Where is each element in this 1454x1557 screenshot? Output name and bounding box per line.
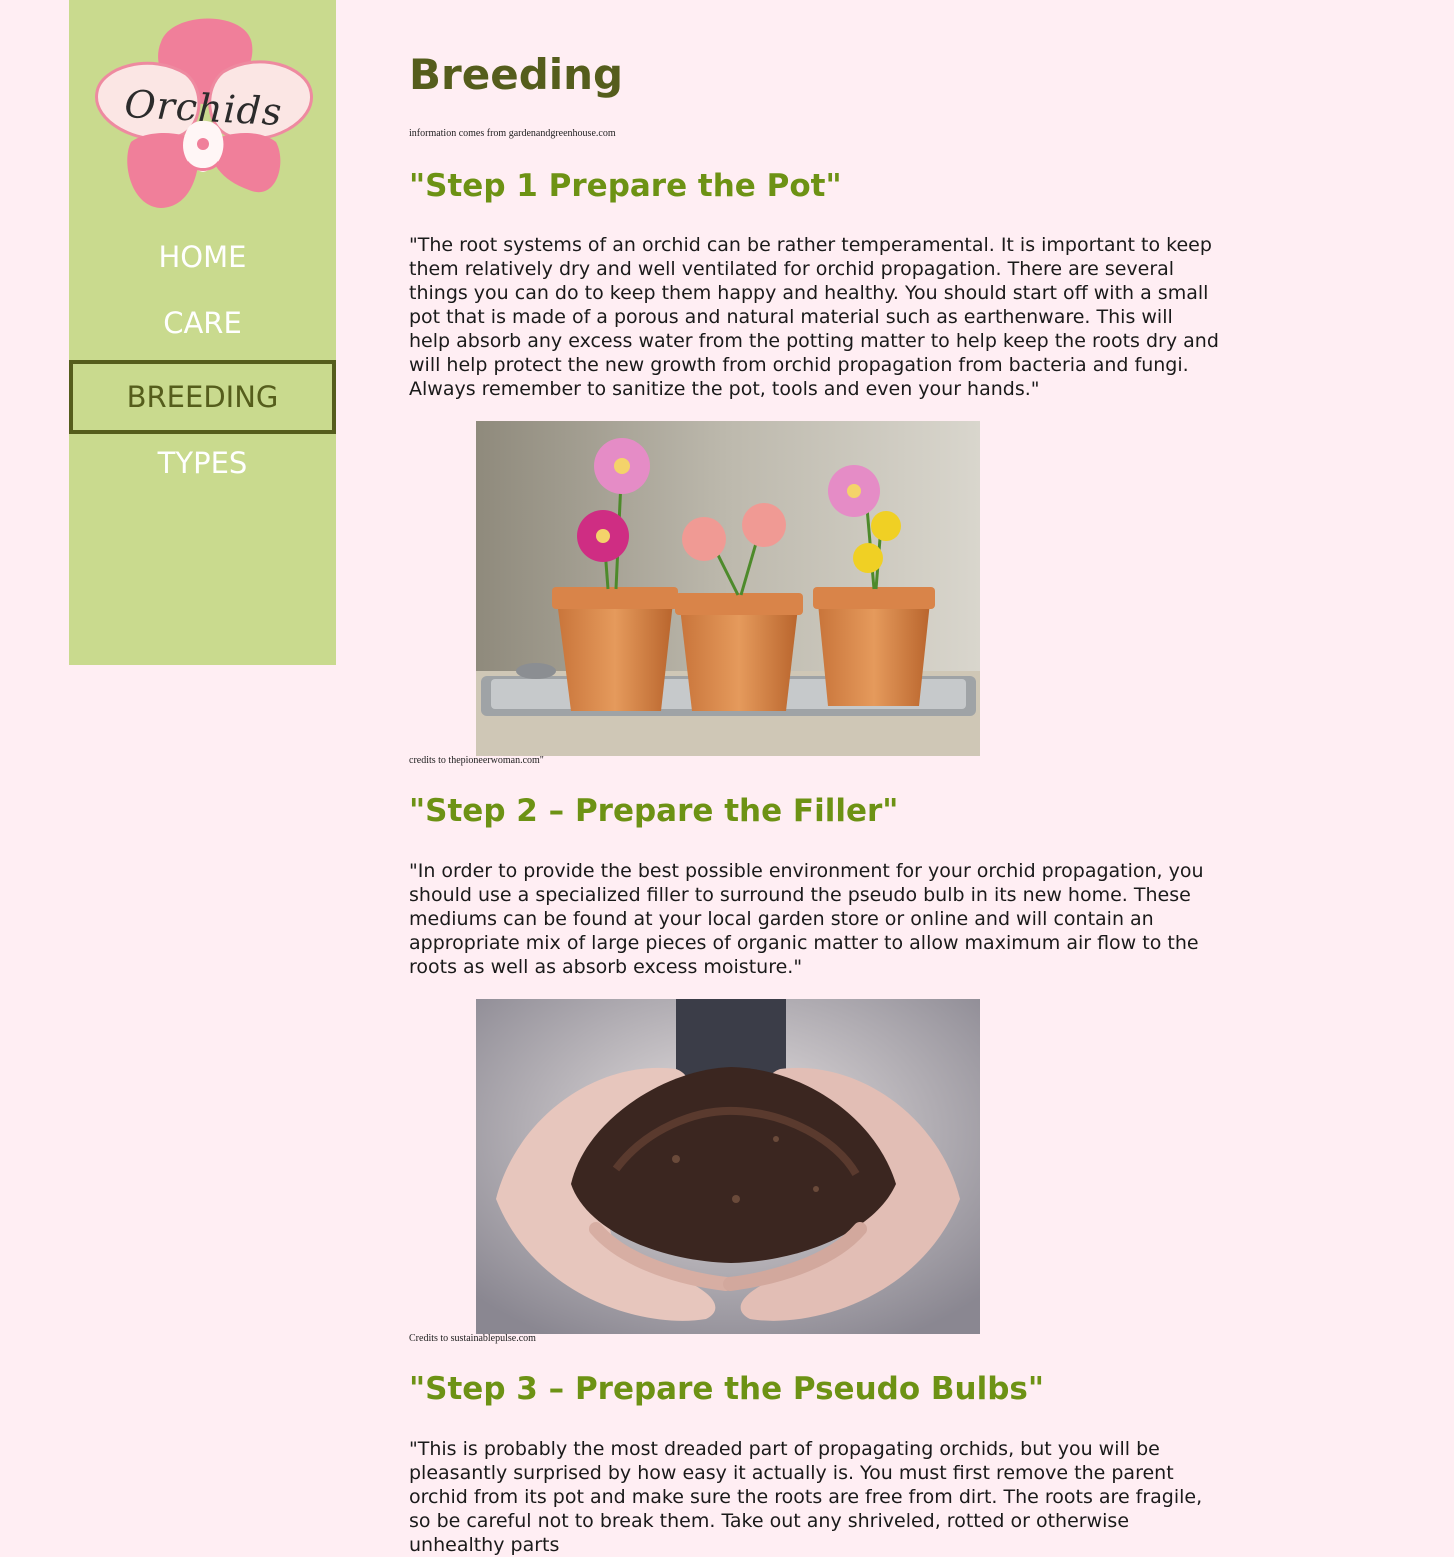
- nav-item-types[interactable]: TYPES: [69, 434, 336, 500]
- sidebar: Orchids HOME CARE BREEDING TYPES: [69, 0, 336, 665]
- step-1-text: "The root systems of an orchid can be ra…: [409, 234, 1219, 400]
- nav-item-care[interactable]: CARE: [69, 294, 336, 360]
- nav-item-home[interactable]: HOME: [69, 228, 336, 294]
- soil-hands-photo: [476, 999, 980, 1334]
- step-2-heading: "Step 2 – Prepare the Filler": [409, 793, 899, 829]
- source-note: information comes from gardenandgreenhou…: [409, 128, 616, 139]
- orchids-logo[interactable]: Orchids: [91, 12, 316, 212]
- step-1-heading: "Step 1 Prepare the Pot": [409, 168, 842, 204]
- step-3-text: "This is probably the most dreaded part …: [409, 1438, 1203, 1556]
- page-title: Breeding: [409, 50, 624, 99]
- main-nav: HOME CARE BREEDING TYPES: [69, 228, 336, 500]
- step-1-credit: credits to thepioneerwoman.com": [409, 755, 544, 766]
- nav-item-breeding[interactable]: BREEDING: [69, 360, 336, 434]
- step-3-heading: "Step 3 – Prepare the Pseudo Bulbs": [409, 1371, 1045, 1407]
- step-2-text: "In order to provide the best possible e…: [409, 860, 1204, 978]
- flower-pots-photo: [476, 421, 980, 756]
- step-2-credit: Credits to sustainablepulse.com: [409, 1333, 536, 1344]
